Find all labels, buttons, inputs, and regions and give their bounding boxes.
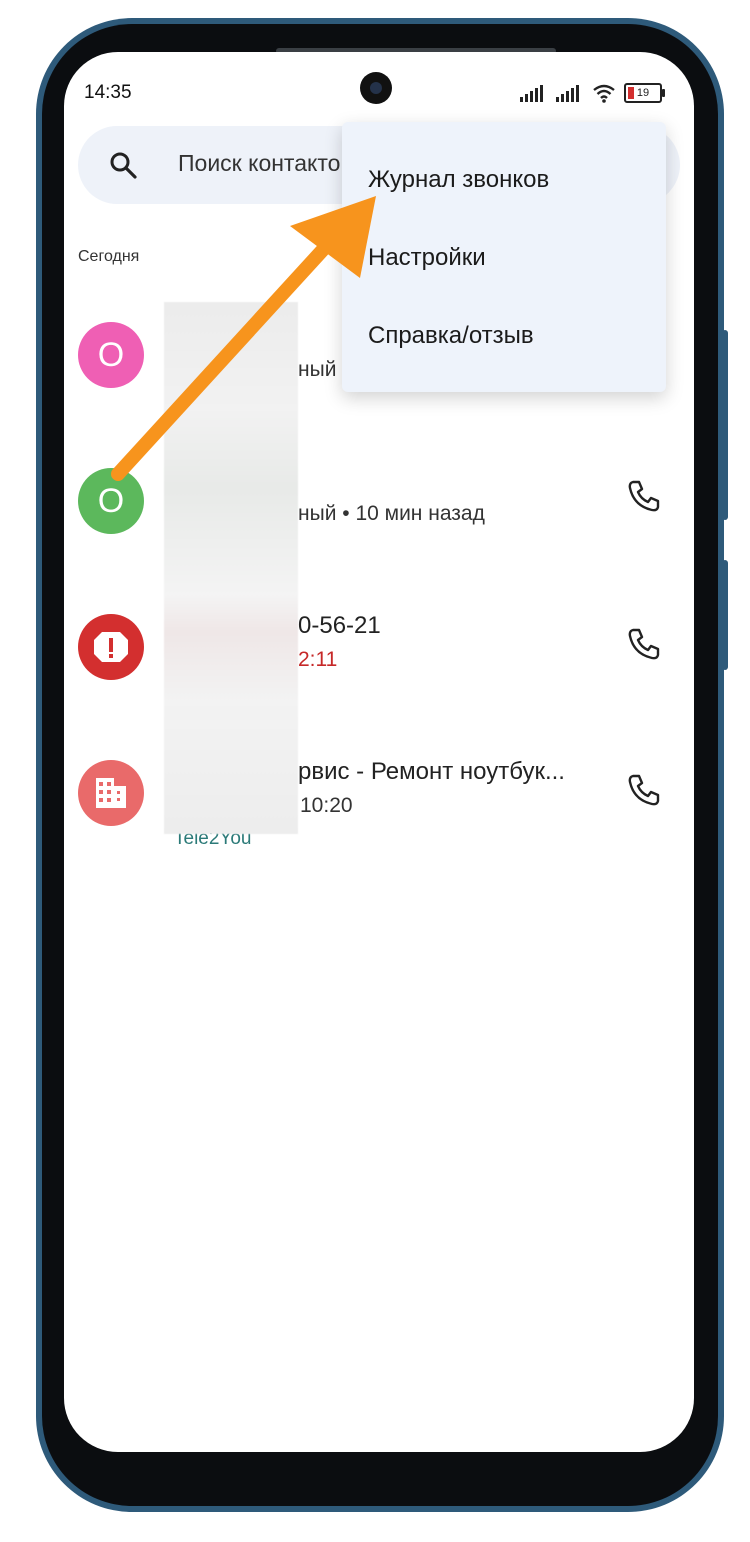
annotation-arrow <box>111 196 376 481</box>
battery-level: 19 <box>636 87 650 99</box>
